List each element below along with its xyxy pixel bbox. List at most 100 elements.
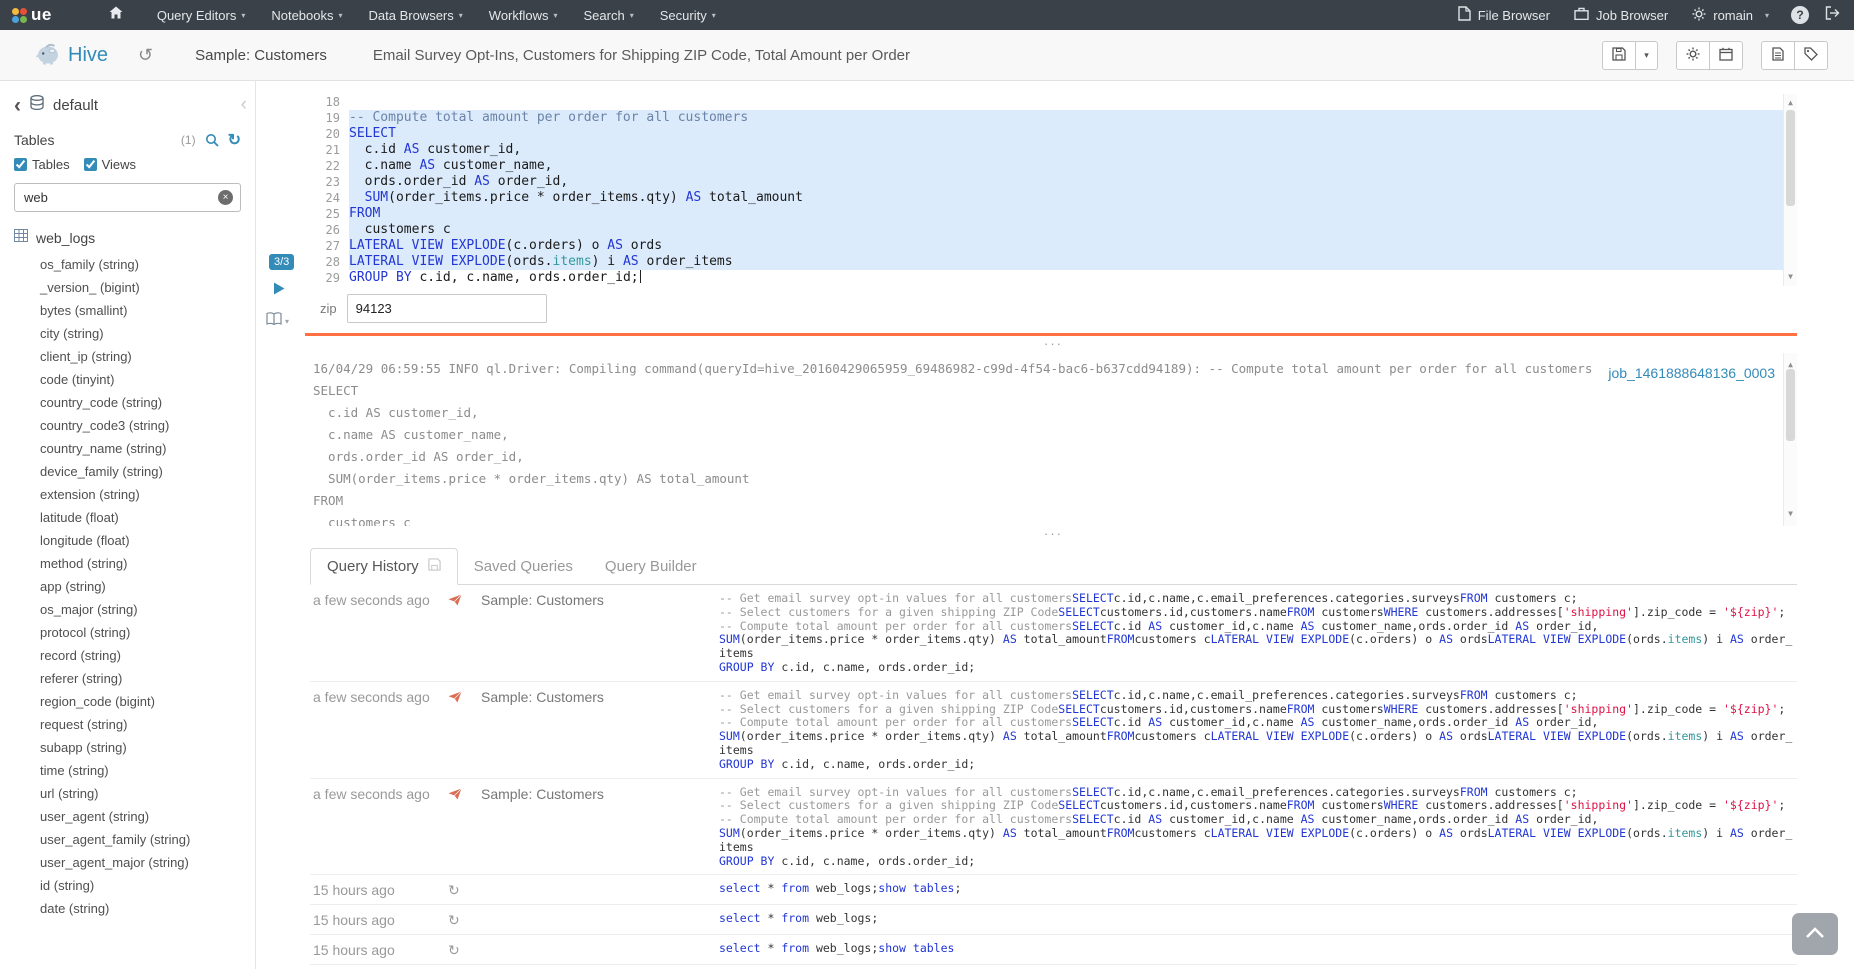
clear-search-icon[interactable]: ×	[218, 190, 233, 205]
column-item-app[interactable]: app (string)	[40, 575, 255, 598]
editor-scrollbar[interactable]: ▲ ▼	[1783, 94, 1797, 286]
file-browser-link[interactable]: File Browser	[1446, 6, 1562, 24]
menu-search[interactable]: Search▾	[571, 0, 647, 30]
column-item-latitude[interactable]: latitude (float)	[40, 506, 255, 529]
history-row[interactable]: 15 hours ago↻select * from web_logs;show…	[310, 875, 1797, 905]
column-item-country_name[interactable]: country_name (string)	[40, 437, 255, 460]
code-line[interactable]: 19-- Compute total amount per order for …	[310, 110, 1783, 126]
save-dropdown-button[interactable]: ▾	[1635, 41, 1658, 70]
scroll-down-icon[interactable]: ▼	[1784, 503, 1797, 525]
history-timestamp: 15 hours ago	[310, 882, 448, 898]
table-search-input[interactable]	[14, 183, 241, 212]
column-item-subapp[interactable]: subapp (string)	[40, 736, 255, 759]
log-scroll-thumb[interactable]	[1786, 369, 1795, 441]
refresh-icon[interactable]: ↻	[228, 134, 241, 147]
resize-grip[interactable]: ···	[310, 338, 1797, 351]
history-row[interactable]: 15 hours ago↻select * from web_logs;show…	[310, 965, 1797, 969]
tables-checkbox[interactable]	[14, 158, 27, 171]
column-item-extension[interactable]: extension (string)	[40, 483, 255, 506]
column-item-user_agent_major[interactable]: user_agent_major (string)	[40, 851, 255, 874]
column-item-device_family[interactable]: device_family (string)	[40, 460, 255, 483]
editor-scroll-thumb[interactable]	[1786, 110, 1795, 206]
database-name[interactable]: default	[53, 97, 98, 114]
job-link[interactable]: job_1461888648136_0003	[1608, 362, 1775, 384]
column-item-country_code3[interactable]: country_code3 (string)	[40, 414, 255, 437]
code-line[interactable]: 23 ords.order_id AS order_id,	[310, 174, 1783, 190]
column-item-referer[interactable]: referer (string)	[40, 667, 255, 690]
column-item-_version_[interactable]: _version_ (bigint)	[40, 276, 255, 299]
settings-button[interactable]	[1676, 41, 1710, 70]
tab-query-history[interactable]: Query History	[310, 548, 458, 585]
column-item-method[interactable]: method (string)	[40, 552, 255, 575]
table-item-web-logs[interactable]: web_logs	[0, 216, 255, 251]
column-item-os_family[interactable]: os_family (string)	[40, 253, 255, 276]
query-history-icon[interactable]: ↺	[138, 45, 153, 66]
new-document-button[interactable]	[1761, 41, 1795, 70]
column-item-city[interactable]: city (string)	[40, 322, 255, 345]
history-row[interactable]: a few seconds agoSample: Customers-- Get…	[310, 779, 1797, 876]
scroll-to-top-button[interactable]	[1792, 913, 1838, 955]
column-item-os_major[interactable]: os_major (string)	[40, 598, 255, 621]
code-line[interactable]: 20SELECT	[310, 126, 1783, 142]
tab-saved-queries[interactable]: Saved Queries	[458, 549, 589, 584]
schedule-button[interactable]	[1709, 41, 1743, 70]
user-menu[interactable]: romain ▾	[1680, 7, 1781, 24]
history-row[interactable]: a few seconds agoSample: Customers-- Get…	[310, 585, 1797, 682]
help-button[interactable]: ?	[1791, 6, 1809, 24]
search-icon[interactable]	[205, 133, 219, 147]
menu-data-browsers[interactable]: Data Browsers▾	[356, 0, 476, 30]
scroll-up-icon[interactable]: ▲	[1784, 95, 1797, 111]
history-row[interactable]: a few seconds agoSample: Customers-- Get…	[310, 682, 1797, 779]
column-item-longitude[interactable]: longitude (float)	[40, 529, 255, 552]
column-item-user_agent_family[interactable]: user_agent_family (string)	[40, 828, 255, 851]
column-item-bytes[interactable]: bytes (smallint)	[40, 299, 255, 322]
column-item-id[interactable]: id (string)	[40, 874, 255, 897]
code-line[interactable]: 18	[310, 94, 1783, 110]
code-line[interactable]: 26 customers c	[310, 222, 1783, 238]
tags-button[interactable]	[1794, 41, 1828, 70]
back-button[interactable]: ‹	[14, 99, 21, 113]
execute-button[interactable]	[273, 282, 285, 295]
filter-tables[interactable]: Tables	[14, 157, 70, 172]
tab-query-builder[interactable]: Query Builder	[589, 549, 713, 584]
column-item-protocol[interactable]: protocol (string)	[40, 621, 255, 644]
collapse-sidebar-button[interactable]: ‹	[241, 94, 247, 116]
column-item-url[interactable]: url (string)	[40, 782, 255, 805]
code-line[interactable]: 28LATERAL VIEW EXPLODE(ords.items) i AS …	[310, 254, 1783, 270]
column-item-time[interactable]: time (string)	[40, 759, 255, 782]
docs-dropdown-button[interactable]: ▾	[266, 312, 289, 330]
menu-query-editors[interactable]: Query Editors▾	[144, 0, 259, 30]
sql-code-editor[interactable]: 1819-- Compute total amount per order fo…	[310, 94, 1797, 286]
column-item-country_code[interactable]: country_code (string)	[40, 391, 255, 414]
column-item-record[interactable]: record (string)	[40, 644, 255, 667]
code-line[interactable]: 29GROUP BY c.id, c.name, ords.order_id;	[310, 270, 1783, 286]
code-line[interactable]: 25FROM	[310, 206, 1783, 222]
menu-workflows[interactable]: Workflows▾	[476, 0, 571, 30]
home-button[interactable]	[94, 0, 138, 30]
save-button[interactable]	[1602, 41, 1636, 70]
menu-notebooks[interactable]: Notebooks▾	[258, 0, 355, 30]
column-item-region_code[interactable]: region_code (bigint)	[40, 690, 255, 713]
code-line[interactable]: 27LATERAL VIEW EXPLODE(c.orders) o AS or…	[310, 238, 1783, 254]
views-checkbox[interactable]	[84, 158, 97, 171]
menu-security[interactable]: Security▾	[647, 0, 729, 30]
logout-button[interactable]	[1819, 6, 1854, 25]
history-row[interactable]: 15 hours ago↻select * from web_logs;show…	[310, 935, 1797, 965]
code-line[interactable]: 22 c.name AS customer_name,	[310, 158, 1783, 174]
history-row[interactable]: 15 hours ago↻select * from web_logs;	[310, 905, 1797, 935]
code-line[interactable]: 21 c.id AS customer_id,	[310, 142, 1783, 158]
variable-input[interactable]	[347, 294, 547, 323]
column-item-request[interactable]: request (string)	[40, 713, 255, 736]
resize-grip[interactable]: ···	[310, 528, 1797, 541]
scroll-down-icon[interactable]: ▼	[1784, 269, 1797, 285]
column-item-client_ip[interactable]: client_ip (string)	[40, 345, 255, 368]
column-item-code[interactable]: code (tinyint)	[40, 368, 255, 391]
column-item-date[interactable]: date (string)	[40, 897, 255, 920]
hue-logo[interactable]: ue	[0, 5, 66, 25]
filter-views[interactable]: Views	[84, 157, 136, 172]
hive-app-brand[interactable]: Hive	[34, 41, 108, 70]
column-item-user_agent[interactable]: user_agent (string)	[40, 805, 255, 828]
job-browser-link[interactable]: Job Browser	[1562, 7, 1680, 23]
log-scrollbar[interactable]: ▲ ▼	[1783, 353, 1797, 526]
code-line[interactable]: 24 SUM(order_items.price * order_items.q…	[310, 190, 1783, 206]
